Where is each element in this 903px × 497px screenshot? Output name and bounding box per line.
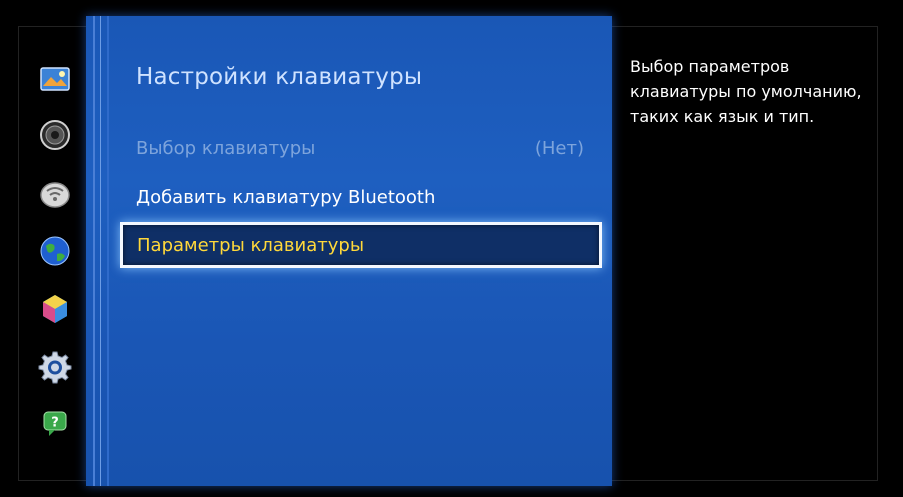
panel-edge-line — [100, 16, 101, 486]
page-title: Настройки клавиатуры — [136, 64, 423, 90]
panel-edge-line — [93, 16, 95, 486]
panel-edge-line — [107, 16, 109, 486]
nav-icon-column: ? — [30, 50, 80, 470]
network-icon[interactable] — [38, 177, 72, 211]
menu-item-value: (Нет) — [534, 138, 584, 159]
smart-hub-icon[interactable] — [38, 234, 72, 268]
help-description: Выбор параметров клавиатуры по умолчанию… — [630, 57, 862, 126]
menu-item-keyboard-select: Выбор клавиатуры (Нет) — [122, 128, 600, 170]
menu-item-label: Добавить клавиатуру Bluetooth — [136, 187, 436, 208]
picture-icon[interactable] — [38, 62, 72, 96]
menu-item-add-bluetooth-keyboard[interactable]: Добавить клавиатуру Bluetooth — [122, 177, 600, 219]
sound-icon[interactable] — [38, 118, 72, 152]
system-icon[interactable] — [38, 292, 72, 326]
settings-gear-icon[interactable] — [38, 350, 72, 384]
menu-item-label: Параметры клавиатуры — [137, 235, 365, 256]
menu-item-label: Выбор клавиатуры — [136, 138, 316, 159]
svg-text:?: ? — [51, 416, 59, 431]
settings-panel: Настройки клавиатуры Выбор клавиатуры (Н… — [86, 16, 612, 486]
support-icon[interactable]: ? — [38, 406, 72, 440]
menu-item-keyboard-options[interactable]: Параметры клавиатуры — [120, 222, 602, 268]
tv-screen: ? Настройки клавиатуры Выбор клавиатуры … — [0, 0, 903, 497]
